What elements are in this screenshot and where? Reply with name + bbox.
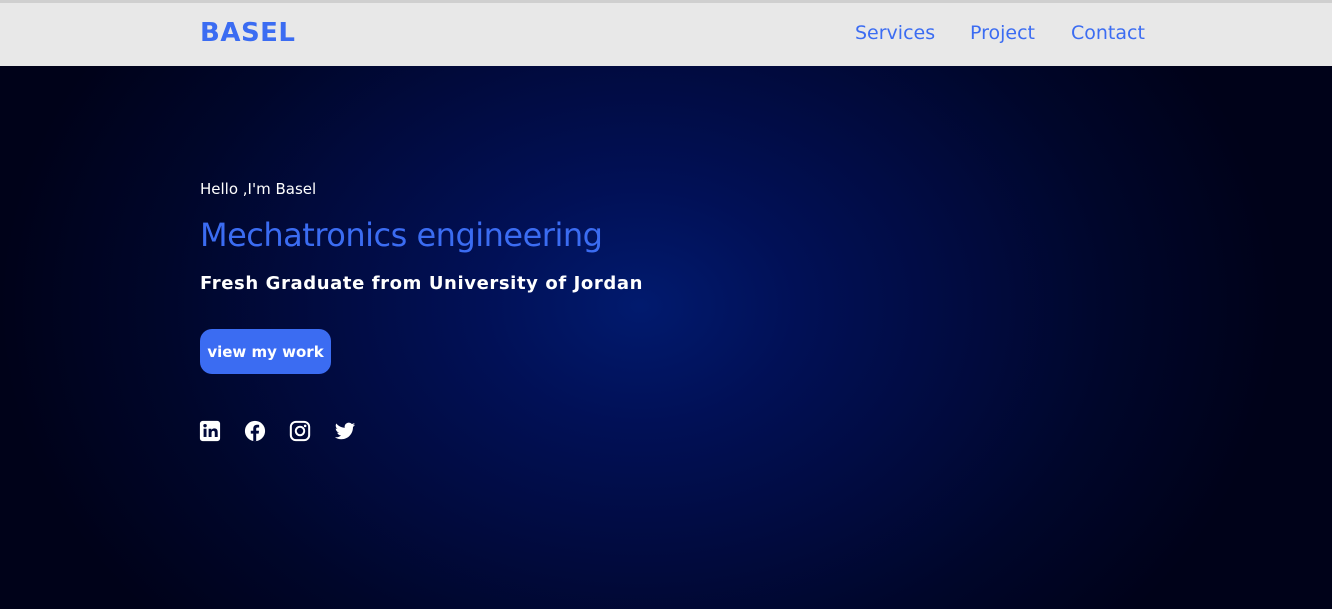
nav-link-contact[interactable]: Contact xyxy=(1071,22,1145,44)
site-logo[interactable]: BASEL xyxy=(200,18,296,48)
hero-section: Hello ,I'm Basel Mechatronics engineerin… xyxy=(0,66,1332,609)
instagram-icon[interactable] xyxy=(289,420,311,442)
hero-greeting: Hello ,I'm Basel xyxy=(200,180,317,198)
nav-link-services[interactable]: Services xyxy=(855,22,935,44)
view-my-work-button[interactable]: view my work xyxy=(200,329,331,374)
linkedin-icon[interactable] xyxy=(199,420,221,442)
nav-link-project[interactable]: Project xyxy=(970,22,1035,44)
twitter-icon[interactable] xyxy=(334,420,356,442)
facebook-icon[interactable] xyxy=(244,420,266,442)
site-header: BASEL Services Project Contact xyxy=(0,3,1332,66)
hero-subtitle: Fresh Graduate from University of Jordan xyxy=(200,273,644,294)
hero-role-title: Mechatronics engineering xyxy=(200,216,603,254)
